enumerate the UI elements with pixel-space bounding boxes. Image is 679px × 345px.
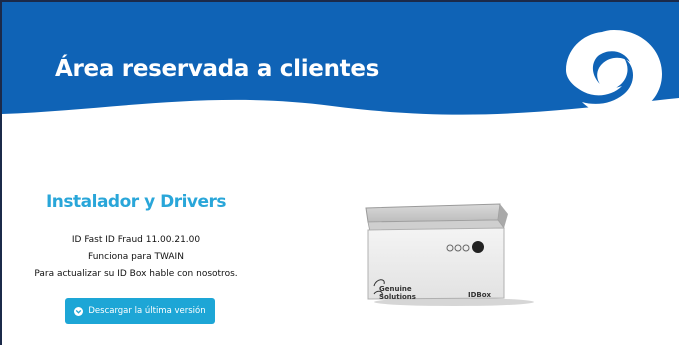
page-title: Área reservada a clientes (55, 56, 380, 82)
download-button-label: Descargar la última versión (88, 306, 206, 316)
update-contact-text: Para actualizar su ID Box hable con noso… (34, 269, 238, 279)
installer-section: Instalador y Drivers ID Fast ID Fraud 11… (0, 180, 272, 340)
section-title: Instalador y Drivers (45, 192, 227, 212)
device-brand-label: Genuine Solutions (379, 285, 416, 301)
chevron-down-circle-icon (74, 306, 84, 316)
compatibility-text: Funciona para TWAIN (88, 252, 184, 262)
download-latest-button[interactable]: Descargar la última versión (65, 298, 215, 324)
device-model-label: IDBox (468, 291, 492, 299)
version-text: ID Fast ID Fraud 11.00.21.00 (71, 235, 201, 245)
idbox-device-image: Genuine Solutions IDBox (364, 198, 536, 306)
company-logo[interactable] (562, 26, 666, 118)
swirl-logo-icon (566, 30, 662, 116)
